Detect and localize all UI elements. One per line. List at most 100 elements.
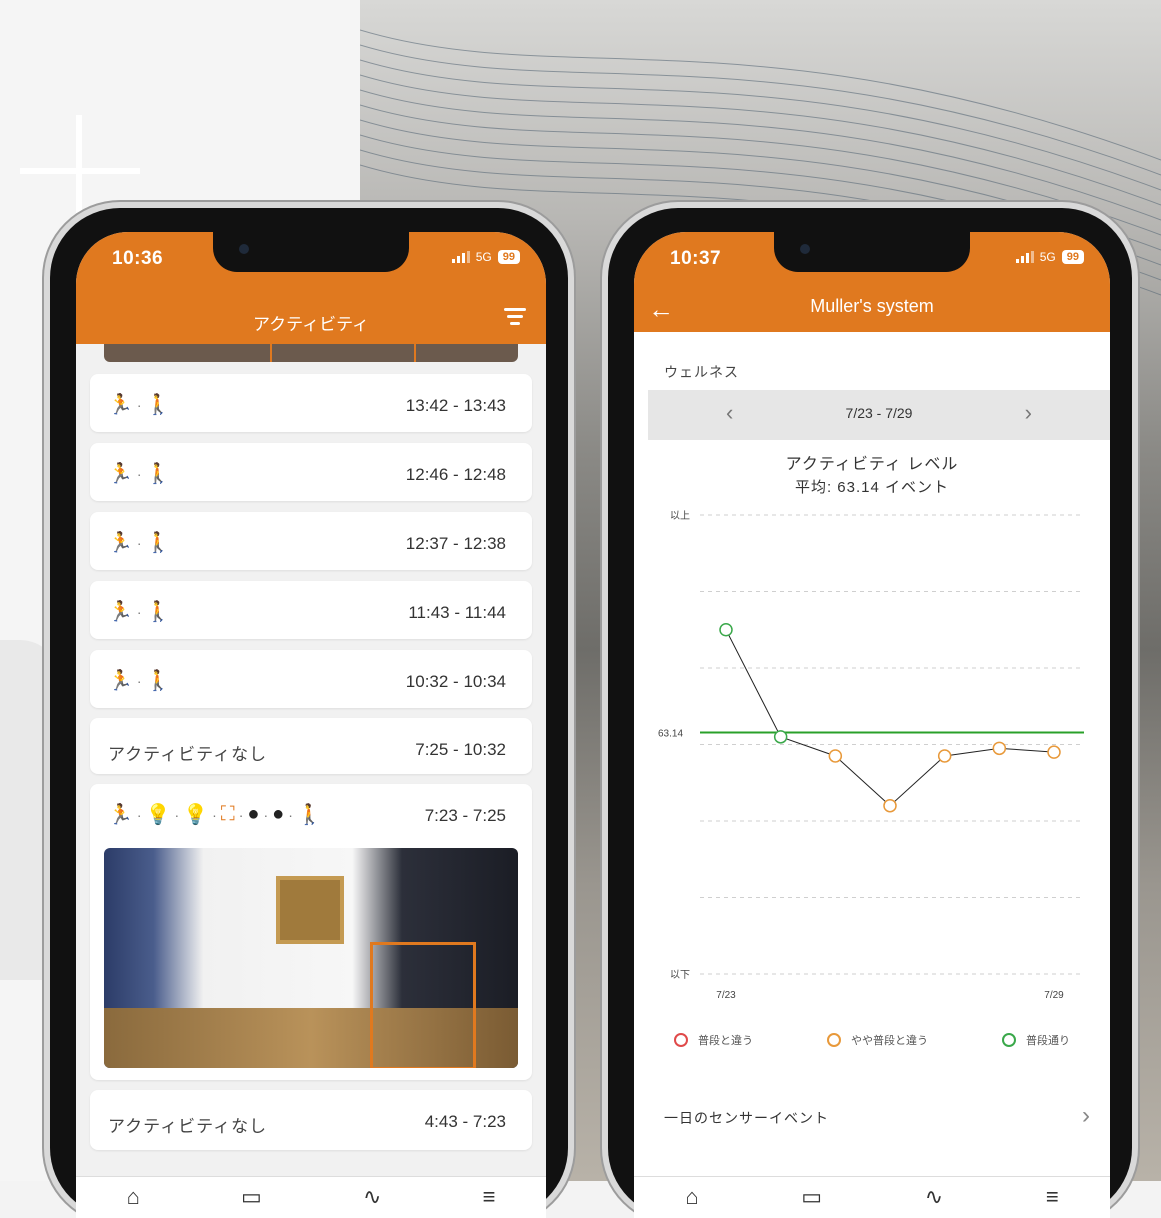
event-icons: 🏃 · 🚶 (108, 532, 171, 554)
legend-label: 普段通り (1026, 1035, 1070, 1047)
event-time: 11:43 - 11:44 (408, 603, 506, 622)
home-icon: ⌂ (126, 1184, 140, 1209)
right-phone: 10:37 5G 99 ← Muller's system ウェルネス ‹ 7/… (608, 208, 1132, 1218)
person-icon: 🚶 (145, 670, 171, 692)
event-time: 7:25 - 10:32 (415, 740, 506, 759)
phone-notch (213, 232, 409, 272)
bulb-off-icon: ● (247, 803, 260, 825)
motion-icon: 🏃 (108, 394, 133, 416)
person-icon: 🚶 (145, 463, 171, 485)
bottom-nav: ⌂ ▭ ∿ ≡ (76, 1176, 546, 1218)
data-point (883, 798, 897, 813)
network-label: 5G (475, 250, 492, 264)
legend-red-marker (674, 1033, 688, 1047)
event-time: 13:42 - 13:43 (405, 396, 506, 415)
bulb-on-icon: 💡 (145, 804, 171, 826)
event-icons: 🏃 · 💡 · 💡 · ⛶ · ● · ● · 🚶 (108, 803, 322, 826)
x-tick-label: 7/23 (716, 990, 736, 1001)
motion-icon: 🏃 (108, 532, 133, 554)
wall-picture-frame (276, 876, 344, 944)
list-item[interactable]: 🏃 · 🚶 12:37 - 12:38 (90, 512, 532, 570)
no-activity-item[interactable]: アクティビティなし 7:25 - 10:32 (90, 718, 532, 774)
status-icons: 5G 99 (451, 250, 520, 264)
event-camera-image[interactable] (104, 848, 518, 1068)
phone-notch (774, 232, 970, 272)
data-point (828, 749, 843, 763)
motion-icon: 🏃 (108, 804, 133, 826)
page-title: アクティビティ (252, 315, 370, 334)
presence-icon: ⛶ (220, 803, 235, 825)
event-icons: 🏃 · 🚶 (108, 601, 171, 623)
activity-list[interactable]: 🏃 · 🚶 13:42 - 13:43 🏃 · 🚶 12:46 - 12:48 🏃 · 🚶 … (76, 344, 546, 1218)
list-item[interactable]: 🏃 · 🚶 10:32 - 10:34 (90, 650, 532, 708)
person-icon: 🚶 (145, 394, 171, 416)
data-point (1047, 745, 1061, 759)
legend-label: 普段と違う (698, 1035, 753, 1047)
event-icons: 🏃 · 🚶 (108, 670, 171, 692)
menu-icon: ≡ (482, 1184, 496, 1209)
detailed-event-item[interactable]: 🏃 · 💡 · 💡 · ⛶ · ● · ● · 🚶 7:23 - 7:25 (90, 784, 532, 1080)
activity-level-chart: 以上以下 63.14 7/23 7/29 (658, 510, 1084, 1001)
chart-legend: 普段と違う やや普段と違う 普段通り (674, 1032, 1070, 1048)
motion-icon: 🏃 (108, 670, 133, 692)
person-icon: 🚶 (296, 804, 322, 826)
nav-video[interactable]: ▭ (241, 1185, 262, 1209)
y-bottom-label: 以下 (670, 970, 690, 981)
y-top-label: 以上 (670, 510, 690, 522)
event-time: 10:32 - 10:34 (405, 672, 506, 691)
video-icon: ▭ (801, 1184, 823, 1209)
event-time: 12:46 - 12:48 (405, 465, 506, 484)
bulb-off-icon: ● (272, 803, 285, 825)
x-tick-label: 7/29 (1044, 990, 1064, 1001)
right-phone-screen: 10:37 5G 99 ← Muller's system ウェルネス ‹ 7/… (634, 232, 1110, 1218)
data-point (992, 741, 1007, 756)
signal-icon (451, 251, 470, 263)
nav-video[interactable]: ▭ (801, 1185, 822, 1209)
nav-home[interactable]: ⌂ (127, 1185, 140, 1209)
sensor-row-label: 一日のセンサーイベント (664, 1110, 829, 1126)
event-thumbnail-strip[interactable] (104, 344, 518, 362)
no-activity-item[interactable]: アクティビティなし 4:43 - 7:23 (90, 1090, 532, 1150)
data-point (937, 749, 952, 763)
data-point (773, 730, 788, 744)
list-item[interactable]: 🏃 · 🚶 12:46 - 12:48 (90, 443, 532, 501)
activity-icon: ∿ (362, 1184, 382, 1209)
legend-item: 普段と違う (674, 1032, 753, 1048)
legend-green-marker (1002, 1033, 1016, 1047)
data-point (719, 623, 733, 637)
event-icons: 🏃 · 🚶 (108, 463, 171, 485)
filter-icon[interactable] (504, 308, 526, 329)
home-icon: ⌂ (685, 1184, 699, 1209)
bottom-nav: ⌂ ▭ ∿ ≡ (634, 1176, 1110, 1218)
list-item[interactable]: 🏃 · 🚶 11:43 - 11:44 (90, 581, 532, 639)
nav-home[interactable]: ⌂ (685, 1185, 698, 1209)
chevron-right-icon: › (1082, 1102, 1090, 1129)
event-time: 12:37 - 12:38 (405, 534, 506, 553)
nav-menu[interactable]: ≡ (1046, 1185, 1059, 1209)
daily-sensor-events-row[interactable]: 一日のセンサーイベント › (648, 1090, 1110, 1144)
nav-menu[interactable]: ≡ (483, 1185, 496, 1209)
left-phone-screen: 10:36 5G 99 アクティビティ 🏃·🚶 13:42 - 13:43 (76, 232, 546, 1218)
menu-icon: ≡ (1045, 1184, 1059, 1209)
person-icon: 🚶 (145, 532, 171, 554)
no-activity-label: アクティビティなし (108, 745, 268, 764)
left-phone: 10:36 5G 99 アクティビティ 🏃·🚶 13:42 - 13:43 (50, 208, 568, 1218)
person-detection-box (370, 942, 476, 1068)
legend-orange-marker (827, 1033, 841, 1047)
no-activity-label: アクティビティなし (108, 1117, 268, 1136)
nav-activity[interactable]: ∿ (925, 1185, 943, 1209)
list-item[interactable]: 🏃 · 🚶 13:42 - 13:43 (90, 374, 532, 432)
legend-label: やや普段と違う (851, 1035, 928, 1047)
background-cross-bar (20, 168, 140, 174)
battery-icon: 99 (497, 250, 520, 264)
nav-activity[interactable]: ∿ (363, 1185, 381, 1209)
event-icons: 🏃 · 🚶 (108, 394, 171, 416)
event-time: 4:43 - 7:23 (424, 1112, 506, 1131)
bulb-on-icon: 💡 (183, 804, 209, 826)
status-time: 10:36 (112, 248, 164, 269)
motion-icon: 🏃 (108, 601, 133, 623)
motion-icon: 🏃 (108, 463, 133, 485)
person-icon: 🚶 (145, 601, 171, 623)
event-time: 7:23 - 7:25 (424, 806, 506, 825)
average-label: 63.14 (658, 728, 683, 739)
